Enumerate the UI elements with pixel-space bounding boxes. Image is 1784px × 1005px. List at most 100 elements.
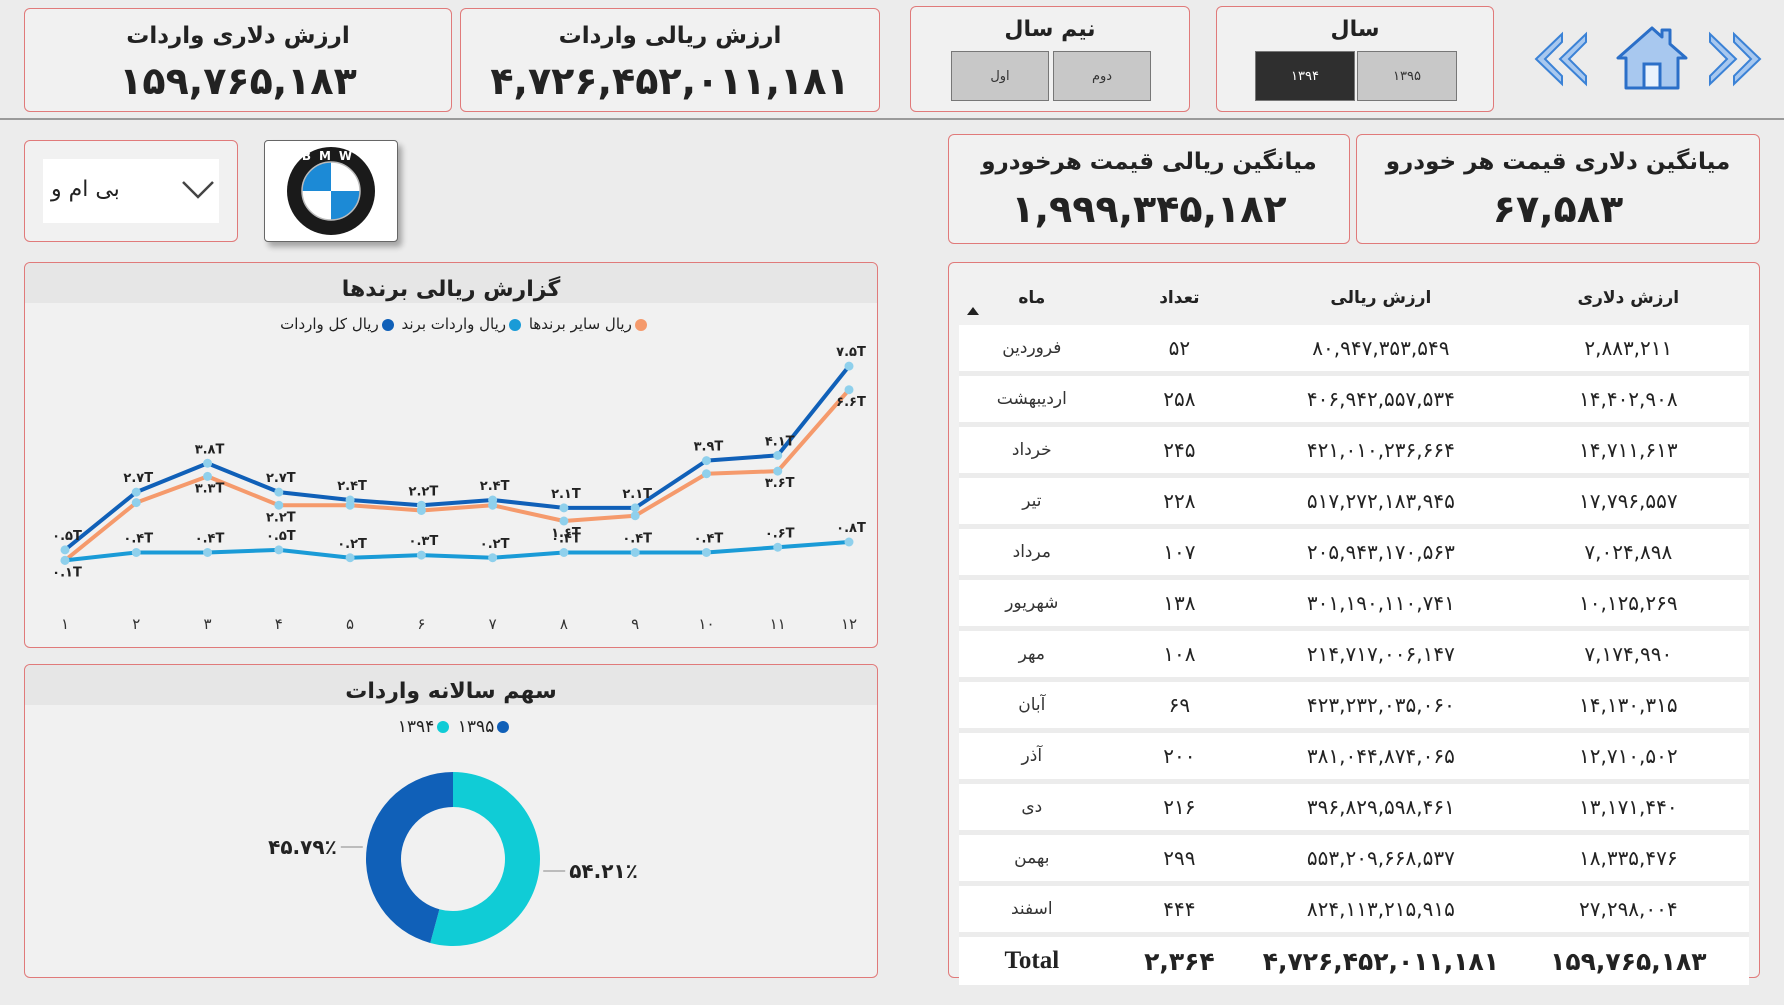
data-label-other-brands: ۳.۶T [765, 476, 795, 491]
half-year-slicer: نیم سال اول دوم [910, 6, 1190, 112]
line-point-total-import[interactable] [701, 456, 711, 466]
column-header-count[interactable]: تعداد [1105, 271, 1255, 325]
nav-previous-icon[interactable] [1532, 30, 1590, 88]
data-label-brand-import: ۰.۴T [622, 532, 652, 547]
count-cell: ۲۴۵ [1104, 424, 1255, 478]
kpi-avg-rial-title: میانگین ریالی قیمت هرخودرو [981, 149, 1317, 175]
data-label-brand-import: ۰.۶T [765, 526, 795, 541]
table-row[interactable]: مرداد ۱۰۷ ۲۰۵,۹۴۳,۱۷۰,۵۶۳ ۷,۰۲۴,۸۹۸ [959, 526, 1749, 580]
column-header-dollar[interactable]: ارزش دلاری [1508, 271, 1749, 325]
rial-cell: ۴۰۶,۹۴۲,۵۵۷,۵۳۴ [1254, 373, 1508, 427]
total-rial: ۴,۷۲۶,۴۵۲,۰۱۱,۱۸۱ [1254, 934, 1508, 985]
line-chart-card: گزارش ریالی برندها ریال سایر برندها ریال… [24, 262, 878, 648]
line-point-other-brands[interactable] [203, 471, 213, 481]
year-1395-button[interactable]: ۱۳۹۵ [1357, 51, 1457, 101]
line-point-other-brands[interactable] [559, 516, 569, 526]
table-total-row: Total ۲,۳۶۴ ۴,۷۲۶,۴۵۲,۰۱۱,۱۸۱ ۱۵۹,۷۶۵,۱۸۳ [959, 934, 1749, 985]
line-point-brand-import[interactable] [488, 553, 498, 563]
month-cell: اسفند [959, 883, 1105, 937]
data-label-total-import: ۴.۱T [765, 434, 795, 449]
rial-cell: ۲۱۴,۷۱۷,۰۰۶,۱۴۷ [1254, 628, 1508, 682]
table-row[interactable]: دی ۲۱۶ ۳۹۶,۸۲۹,۵۹۸,۴۶۱ ۱۳,۱۷۱,۴۴۰ [959, 781, 1749, 835]
line-point-other-brands[interactable] [630, 511, 640, 521]
nav-next-icon[interactable] [1706, 30, 1764, 88]
data-label-brand-import: ۰.۴T [694, 532, 724, 547]
table-row[interactable]: اسفند ۴۴۴ ۸۲۴,۱۱۳,۲۱۵,۹۱۵ ۲۷,۲۹۸,۰۰۴ [959, 883, 1749, 937]
rial-cell: ۸۲۴,۱۱۳,۲۱۵,۹۱۵ [1254, 883, 1508, 937]
table-row[interactable]: آبان ۶۹ ۴۲۳,۲۳۲,۰۳۵,۰۶۰ ۱۴,۱۳۰,۳۱۵ [959, 679, 1749, 733]
line-point-brand-import[interactable] [701, 548, 711, 557]
line-point-brand-import[interactable] [630, 548, 640, 557]
data-label-total-import: ۳.۹T [694, 440, 724, 455]
line-point-total-import[interactable] [630, 503, 640, 513]
line-point-brand-import[interactable] [60, 555, 70, 565]
data-label-total-import: ۲.۴T [337, 479, 367, 494]
data-label-total-import: ۷.۵T [836, 345, 866, 360]
total-label: Total [959, 934, 1105, 985]
dollar-cell: ۱۸,۳۳۵,۴۷۶ [1507, 832, 1749, 886]
rial-cell: ۵۵۳,۲۰۹,۶۶۸,۵۳۷ [1254, 832, 1508, 886]
line-point-brand-import[interactable] [773, 542, 783, 552]
line-point-brand-import[interactable] [345, 553, 355, 563]
line-point-total-import[interactable] [274, 487, 284, 497]
year-1394-button[interactable]: ۱۳۹۴ [1255, 51, 1355, 101]
line-point-other-brands[interactable] [773, 466, 783, 476]
line-chart-plot: ۰.۱T۳.۳T۲.۲T۱.۶T۳.۶T۶.۶T۰.۵T۲.۷T۳.۸T۲.۷T… [52, 345, 866, 633]
line-point-total-import[interactable] [773, 450, 783, 460]
x-tick-label: ۷ [489, 615, 497, 633]
line-point-brand-import[interactable] [416, 550, 426, 560]
line-point-total-import[interactable] [488, 495, 498, 505]
total-dollar: ۱۵۹,۷۶۵,۱۸۳ [1507, 934, 1749, 985]
rial-cell: ۴۲۳,۲۳۲,۰۳۵,۰۶۰ [1254, 679, 1508, 733]
line-point-total-import[interactable] [416, 500, 426, 510]
line-point-total-import[interactable] [559, 503, 569, 513]
data-label-other-brands: ۳.۳T [195, 481, 225, 496]
kpi-avg-rial-value: ۱,۹۹۹,۳۴۵,۱۸۲ [1011, 187, 1287, 231]
x-tick-label: ۴ [275, 615, 283, 633]
brand-dropdown-card: بی ام و [24, 140, 238, 242]
line-point-total-import[interactable] [844, 361, 854, 371]
line-point-brand-import[interactable] [131, 548, 141, 557]
year-title: سال [1330, 17, 1380, 42]
count-cell: ۱۳۸ [1104, 577, 1255, 631]
table-row[interactable]: تیر ۲۲۸ ۵۱۷,۲۷۲,۱۸۳,۹۴۵ ۱۷,۷۹۶,۵۵۷ [959, 475, 1749, 529]
table-row[interactable]: مهر ۱۰۸ ۲۱۴,۷۱۷,۰۰۶,۱۴۷ ۷,۱۷۴,۹۹۰ [959, 628, 1749, 682]
line-point-brand-import[interactable] [559, 548, 569, 557]
month-cell: شهریور [959, 577, 1105, 631]
home-icon[interactable] [1614, 24, 1690, 92]
line-point-brand-import[interactable] [844, 537, 854, 547]
dollar-cell: ۱۰,۱۲۵,۲۶۹ [1507, 577, 1749, 631]
line-point-total-import[interactable] [345, 495, 355, 505]
count-cell: ۲۱۶ [1104, 781, 1255, 835]
line-point-other-brands[interactable] [844, 385, 854, 395]
table-row[interactable]: خرداد ۲۴۵ ۴۲۱,۰۱۰,۲۳۶,۶۶۴ ۱۴,۷۱۱,۶۱۳ [959, 424, 1749, 478]
line-point-other-brands[interactable] [274, 500, 284, 510]
rial-cell: ۳۹۶,۸۲۹,۵۹۸,۴۶۱ [1254, 781, 1508, 835]
line-point-other-brands[interactable] [131, 498, 141, 508]
line-point-brand-import[interactable] [274, 545, 284, 555]
data-label-brand-import: ۰.۳T [409, 534, 439, 549]
half-year-second-button[interactable]: دوم [1053, 51, 1151, 101]
donut-data-label: ۵۴.۲۱٪ [569, 859, 638, 883]
x-tick-label: ۹ [631, 615, 639, 633]
bmw-logo-text: BMW [302, 149, 360, 163]
table-row[interactable]: آذر ۲۰۰ ۳۸۱,۰۴۴,۸۷۴,۰۶۵ ۱۲,۷۱۰,۵۰۲ [959, 730, 1749, 784]
column-header-month[interactable]: ماه [959, 271, 1105, 325]
column-header-rial[interactable]: ارزش ریالی [1254, 271, 1508, 325]
table-row[interactable]: فروردین ۵۲ ۸۰,۹۴۷,۳۵۳,۵۴۹ ۲,۸۸۳,۲۱۱ [959, 325, 1749, 376]
brand-logo-card: BMW [264, 140, 398, 242]
line-series-brand-import [64, 540, 850, 563]
kpi-avg-dollar-value: ۶۷,۵۸۳ [1492, 187, 1624, 231]
table-row[interactable]: شهریور ۱۳۸ ۳۰۱,۱۹۰,۱۱۰,۷۴۱ ۱۰,۱۲۵,۲۶۹ [959, 577, 1749, 631]
table-row[interactable]: بهمن ۲۹۹ ۵۵۳,۲۰۹,۶۶۸,۵۳۷ ۱۸,۳۳۵,۴۷۶ [959, 832, 1749, 886]
dollar-cell: ۱۴,۱۳۰,۳۱۵ [1507, 679, 1749, 733]
line-point-total-import[interactable] [203, 458, 213, 468]
line-point-other-brands[interactable] [701, 469, 711, 479]
table-row[interactable]: اردیبهشت ۲۵۸ ۴۰۶,۹۴۲,۵۵۷,۵۳۴ ۱۴,۴۰۲,۹۰۸ [959, 373, 1749, 427]
half-year-first-button[interactable]: اول [951, 51, 1049, 101]
data-label-other-brands: ۰.۱T [52, 565, 82, 580]
line-point-brand-import[interactable] [203, 548, 213, 557]
line-point-total-import[interactable] [60, 545, 70, 555]
line-point-total-import[interactable] [131, 487, 141, 497]
brand-dropdown[interactable]: بی ام و [43, 159, 219, 223]
